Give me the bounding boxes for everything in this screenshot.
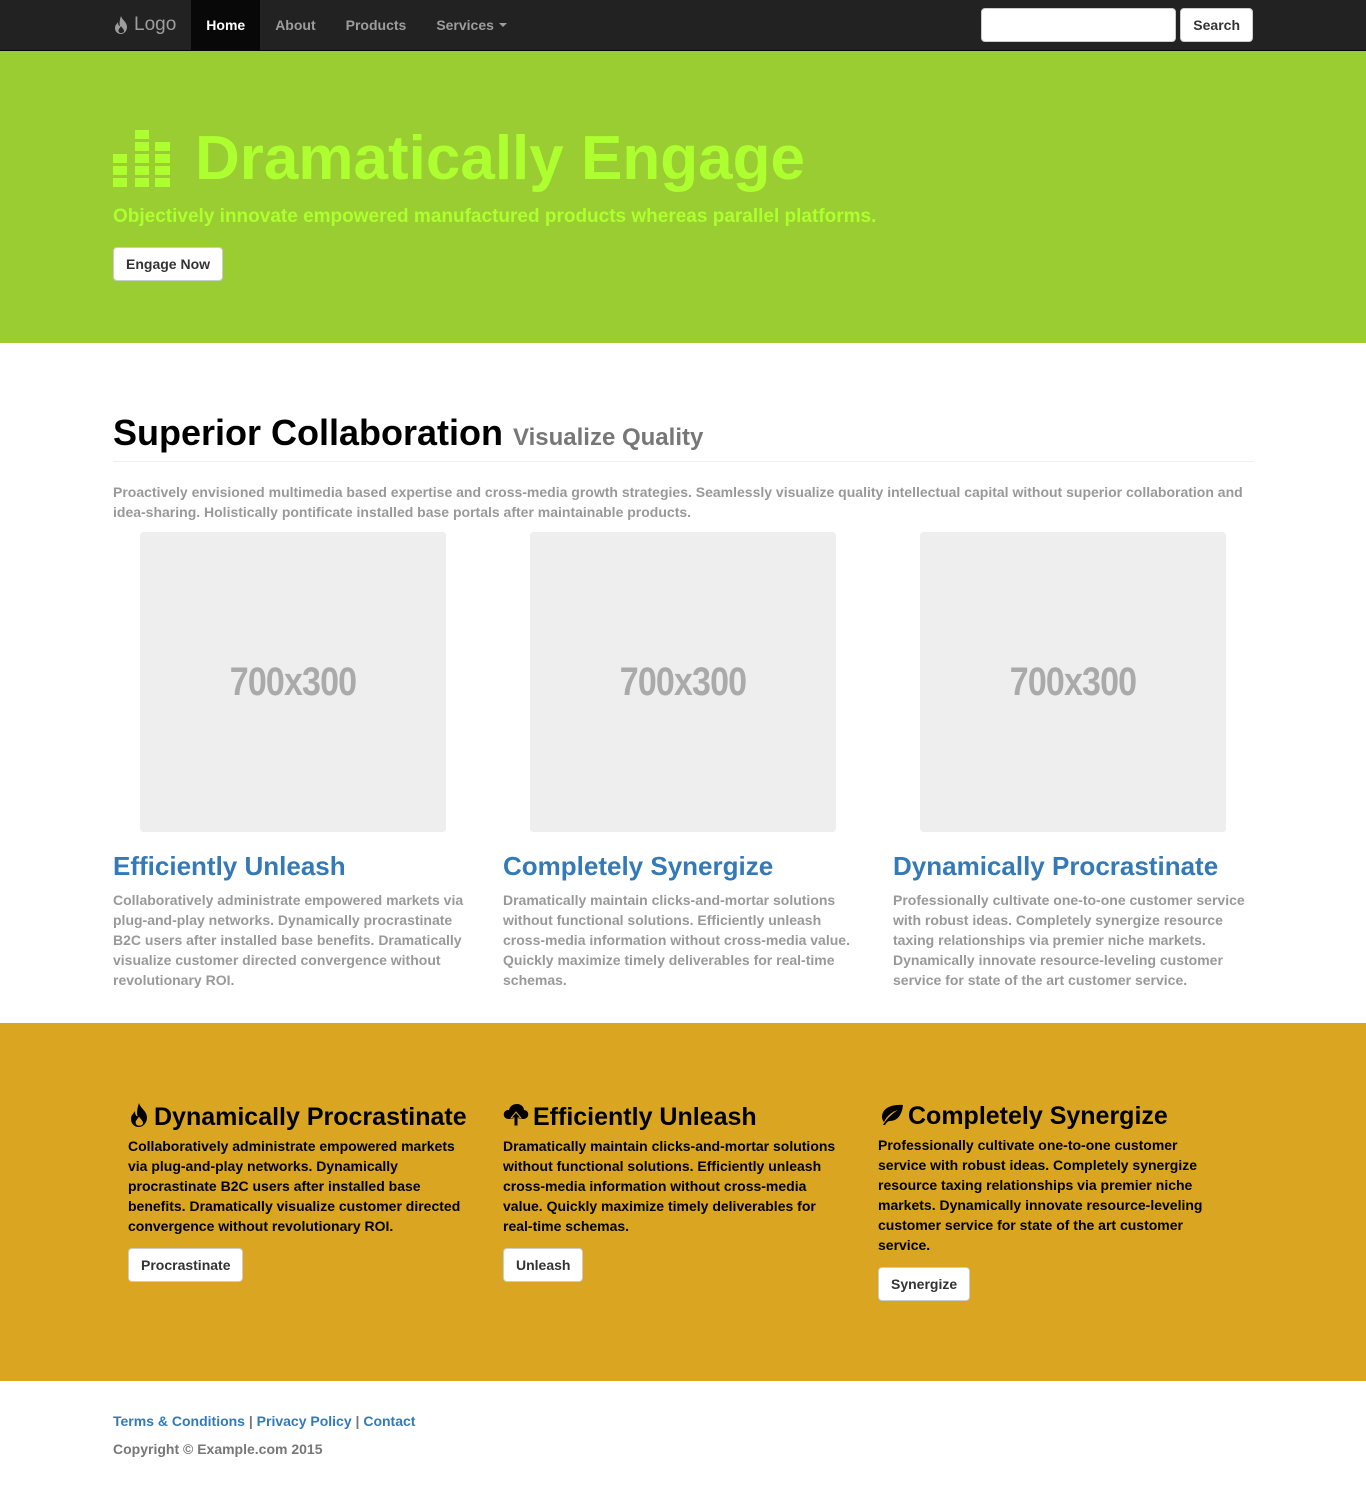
contact-link[interactable]: Contact [363, 1413, 415, 1429]
brand-logo[interactable]: Logo [113, 0, 191, 50]
feature-column: 700x300 Completely Synergize Dramaticall… [503, 532, 863, 990]
section-title: Superior Collaboration [113, 412, 504, 453]
features-band: Dynamically Procrastinate Collaborativel… [0, 1023, 1366, 1381]
hero-title-text: Dramatically Engage [195, 124, 805, 193]
nav-services-dropdown[interactable]: Services [421, 0, 522, 50]
brand-label: Logo [134, 14, 177, 35]
section-subtitle: Visualize Quality [513, 424, 704, 451]
feature-block: Dynamically Procrastinate Collaborativel… [128, 1103, 473, 1301]
column-title[interactable]: Completely Synergize [503, 852, 863, 880]
placeholder-image: 700x300 [140, 532, 446, 832]
equalizer-icon [113, 130, 170, 187]
footer: Terms & Conditions | Privacy Policy | Co… [0, 1381, 1366, 1457]
nav-home[interactable]: Home [191, 0, 261, 50]
footer-links: Terms & Conditions | Privacy Policy | Co… [113, 1413, 1253, 1429]
feature-title: Dynamically Procrastinate [128, 1103, 473, 1130]
synergize-button[interactable]: Synergize [878, 1267, 971, 1301]
nav-products[interactable]: Products [331, 0, 422, 50]
feature-text: Professionally cultivate one-to-one cust… [878, 1137, 1203, 1253]
nav-services-label: Services [436, 17, 494, 33]
cloud-upload-icon [503, 1104, 529, 1127]
navbar: Logo Home About Products Services Search [0, 0, 1366, 51]
feature-block: Completely Synergize Professionally cult… [878, 1103, 1223, 1301]
hero-jumbotron: Dramatically Engage Objectively innovate… [0, 51, 1366, 343]
column-text: Professionally cultivate one-to-one cust… [893, 892, 1245, 988]
section-header: Superior Collaboration Visualize Quality [113, 413, 1253, 462]
feature-title: Efficiently Unleash [503, 1103, 848, 1130]
copyright-text: Copyright © Example.com 2015 [113, 1441, 323, 1457]
feature-text: Collaboratively administrate empowered m… [128, 1138, 461, 1234]
nav-home-label: Home [206, 17, 246, 33]
terms-link[interactable]: Terms & Conditions [113, 1413, 245, 1429]
main-nav: Home About Products Services [191, 0, 522, 50]
feature-block: Efficiently Unleash Dramatically maintai… [503, 1103, 848, 1301]
feature-title-text: Dynamically Procrastinate [154, 1103, 467, 1131]
feature-column: 700x300 Dynamically Procrastinate Profes… [893, 532, 1253, 990]
caret-down-icon [498, 23, 507, 27]
procrastinate-button[interactable]: Procrastinate [128, 1248, 244, 1282]
feature-title: Completely Synergize [878, 1103, 1223, 1129]
hero-title: Dramatically Engage [113, 123, 1253, 195]
nav-products-label: Products [345, 17, 407, 33]
leaf-icon [882, 1104, 903, 1125]
feature-text: Dramatically maintain clicks-and-mortar … [503, 1138, 836, 1234]
placeholder-image: 700x300 [920, 532, 1226, 832]
engage-now-button[interactable]: Engage Now [113, 247, 224, 281]
section-lead: Proactively envisioned multimedia based … [113, 484, 1243, 520]
link-separator: | [355, 1413, 360, 1429]
search-input[interactable] [981, 8, 1177, 42]
feature-title-text: Efficiently Unleash [533, 1103, 757, 1131]
fire-icon [131, 1103, 147, 1127]
nav-about-label: About [275, 17, 316, 33]
column-text: Dramatically maintain clicks-and-mortar … [503, 892, 850, 988]
column-text: Collaboratively administrate empowered m… [113, 892, 464, 988]
fire-icon [115, 16, 127, 34]
feature-title-text: Completely Synergize [908, 1102, 1168, 1130]
feature-column: 700x300 Efficiently Unleash Collaborativ… [113, 532, 473, 990]
hero-subtitle: Objectively innovate empowered manufactu… [113, 206, 877, 227]
privacy-policy-link[interactable]: Privacy Policy [257, 1413, 352, 1429]
unleash-button[interactable]: Unleash [503, 1248, 584, 1282]
nav-about[interactable]: About [260, 0, 330, 50]
main-section: Superior Collaboration Visualize Quality… [0, 343, 1366, 1023]
search-button[interactable]: Search [1180, 8, 1253, 42]
search-form: Search [981, 8, 1253, 42]
column-title[interactable]: Efficiently Unleash [113, 852, 473, 880]
feature-columns: 700x300 Efficiently Unleash Collaborativ… [113, 532, 1253, 990]
column-title[interactable]: Dynamically Procrastinate [893, 852, 1253, 880]
placeholder-image: 700x300 [530, 532, 836, 832]
link-separator: | [248, 1413, 253, 1429]
